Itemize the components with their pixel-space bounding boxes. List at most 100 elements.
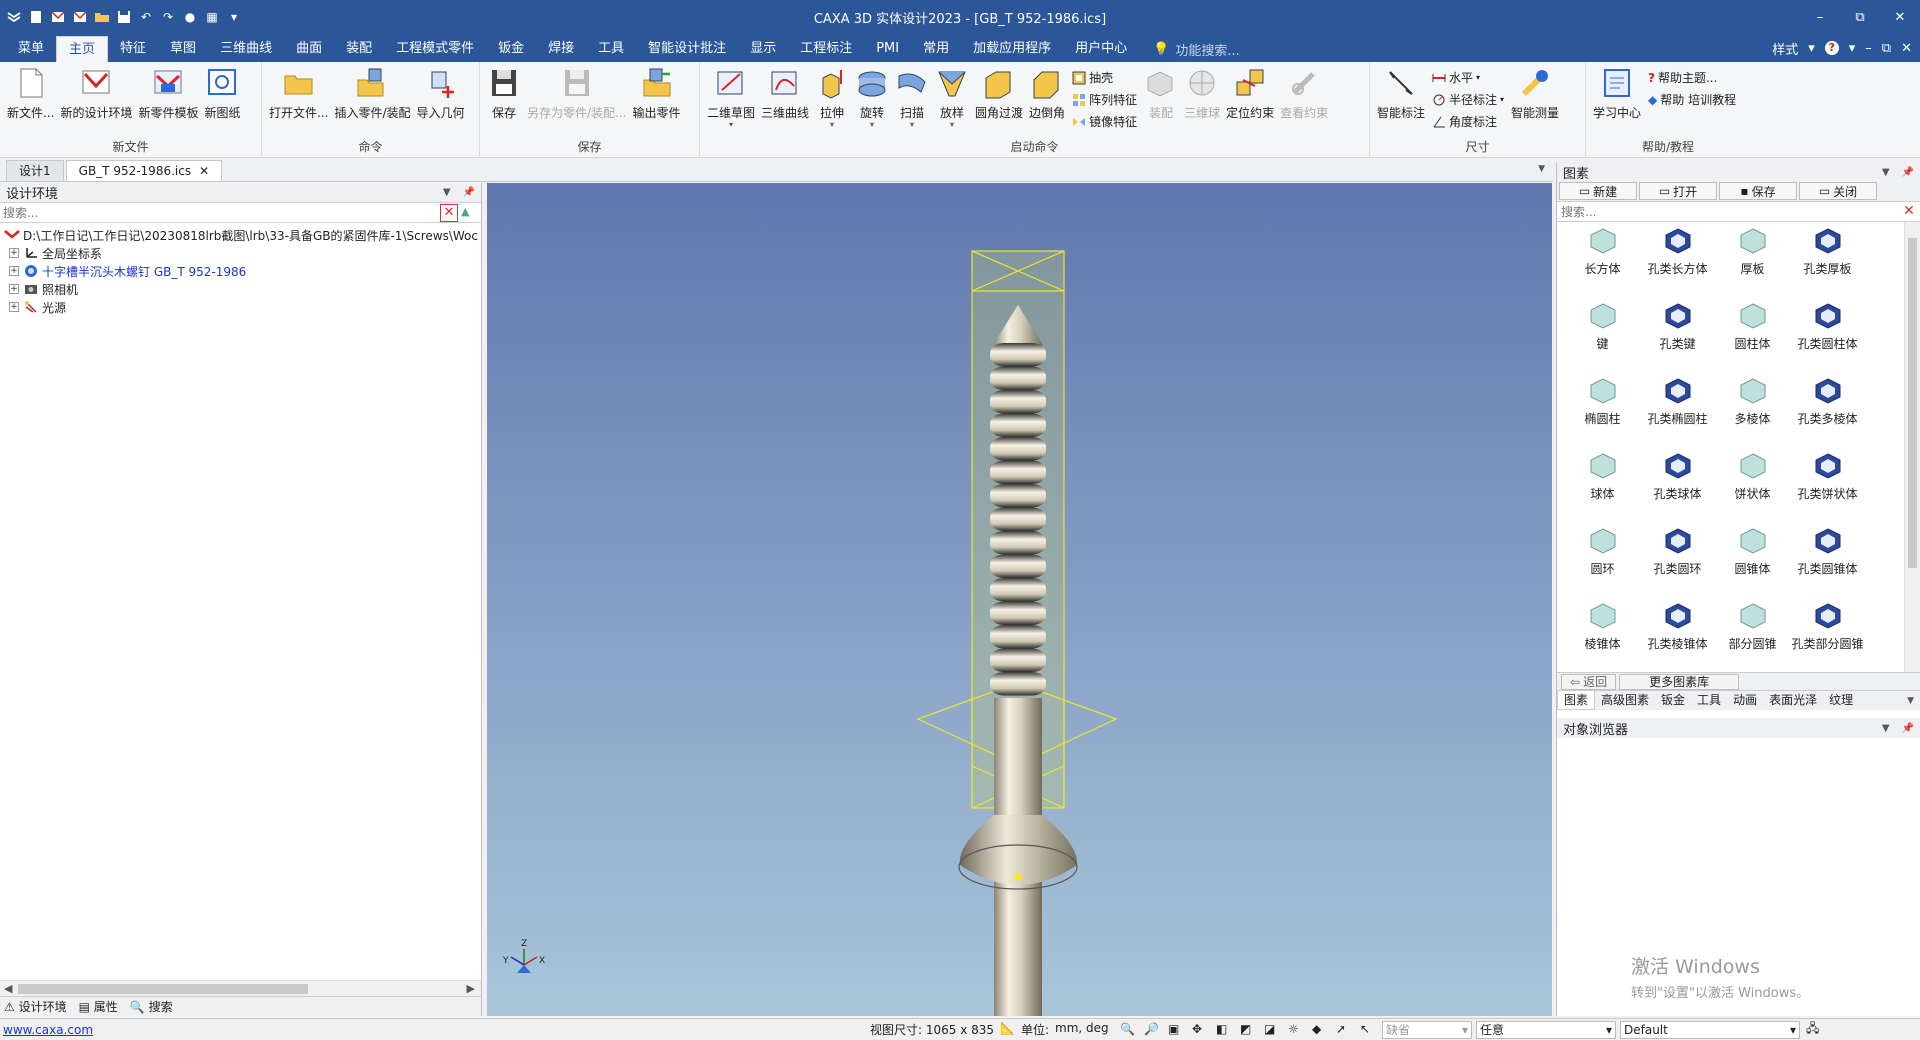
doc-tab-design1[interactable]: 设计1 — [6, 160, 64, 181]
library-item[interactable]: 厚板 — [1715, 222, 1790, 297]
library-item[interactable]: 球体 — [1565, 447, 1640, 522]
new-design-icon[interactable] — [50, 9, 66, 25]
library-item[interactable]: 圆柱体 — [1715, 297, 1790, 372]
new-part-template-button[interactable]: 新零件模板 — [135, 66, 201, 138]
library-item[interactable]: 饼状体 — [1715, 447, 1790, 522]
style-select[interactable]: Default ▾ — [1620, 1020, 1800, 1039]
select-pointer-icon[interactable]: ➚ — [1336, 1022, 1352, 1038]
3d-viewport[interactable]: Z Y X — [487, 183, 1552, 1016]
save-icon[interactable] — [116, 9, 132, 25]
tab-engineering-part[interactable]: 工程模式零件 — [384, 36, 486, 62]
zoom-icon[interactable]: 🔍 — [1120, 1022, 1136, 1038]
app-menu-icon[interactable] — [6, 9, 22, 25]
minimize-button[interactable]: – — [1800, 0, 1840, 34]
tab-sketch[interactable]: 草图 — [158, 36, 208, 62]
doc-close-button[interactable]: ✕ — [1901, 41, 1912, 56]
library-item[interactable]: 孔类椭圆柱 — [1640, 372, 1715, 447]
caxa-link[interactable]: www.caxa.com — [0, 1023, 870, 1037]
view-orient-icon[interactable]: ▣ — [1168, 1022, 1184, 1038]
tree-node-light[interactable]: + 光源 — [0, 298, 481, 316]
shading-icon[interactable]: ◆ — [1312, 1022, 1328, 1038]
horizontal-scrollbar[interactable]: ◀ ▶ — [0, 980, 481, 996]
loft-button[interactable]: 放样 ▾ — [932, 66, 972, 138]
save-button[interactable]: 保存 — [484, 66, 524, 138]
chevron-down-icon[interactable]: ▼ — [1538, 164, 1545, 174]
view-constraint-button[interactable]: 查看约束 — [1277, 66, 1331, 138]
library-item[interactable]: 孔类多棱体 — [1790, 372, 1865, 447]
smart-measure-button[interactable]: 智能测量 — [1508, 66, 1562, 138]
zoom-window-icon[interactable]: 🔎 — [1144, 1022, 1160, 1038]
library-item[interactable]: 孔类键 — [1640, 297, 1715, 372]
tab-sheet-metal[interactable]: 钣金 — [486, 36, 536, 62]
library-item[interactable]: 孔类长方体 — [1640, 222, 1715, 297]
more-libraries-button[interactable]: 更多图素库 — [1619, 673, 1740, 690]
library-tab-texture[interactable]: 纹理 — [1823, 691, 1859, 710]
style-dropdown-icon[interactable]: ▾ — [1808, 41, 1815, 56]
new-file-icon[interactable] — [28, 9, 44, 25]
chevron-down-icon[interactable]: ▾ — [870, 121, 874, 129]
position-constraint-button[interactable]: 定位约束 — [1223, 66, 1277, 138]
open-file-button[interactable]: 打开文件... — [266, 66, 331, 138]
new-template-icon[interactable] — [72, 9, 88, 25]
library-item[interactable]: 孔类球体 — [1640, 447, 1715, 522]
help-icon[interactable]: ? — [1824, 41, 1839, 55]
assemble-button[interactable]: 装配 — [1141, 66, 1181, 138]
tree-node-root[interactable]: D:\工作日记\工作日记\20230818lrb截图\lrb\33-具备GB的紧… — [0, 226, 481, 244]
filter-select[interactable]: 任意 ▾ — [1476, 1020, 1616, 1039]
library-close-button[interactable]: ▭ 关闭 — [1799, 182, 1877, 200]
filter-icon[interactable]: ▲ — [461, 205, 477, 221]
shell-button[interactable]: 抽壳 — [1072, 68, 1137, 87]
close-icon[interactable]: ✕ — [199, 161, 209, 181]
scroll-right-icon[interactable]: ▶ — [467, 982, 475, 995]
chevron-down-icon[interactable]: ▾ — [910, 121, 914, 129]
library-item[interactable]: 部分圆锥 — [1715, 597, 1790, 672]
library-back-button[interactable]: ⇦ 返回 — [1561, 673, 1617, 690]
tab-surface[interactable]: 曲面 — [284, 36, 334, 62]
unit-display[interactable]: 📐 单位: mm, deg — [1000, 1021, 1120, 1038]
section-icon[interactable]: ◩ — [1240, 1022, 1256, 1038]
library-item[interactable]: 椭圆柱 — [1565, 372, 1640, 447]
default-select-field[interactable]: 缺省 ▾ — [1382, 1020, 1472, 1039]
chevron-down-icon[interactable]: ▾ — [1500, 95, 1504, 104]
display-mode-icon[interactable]: ◪ — [1264, 1022, 1280, 1038]
chamfer-button[interactable]: 边倒角 — [1026, 66, 1068, 138]
screw-model[interactable]: Z Y X — [487, 183, 1552, 1016]
pin-icon[interactable]: 📌 — [1902, 167, 1914, 178]
library-tab-elements[interactable]: 图素 — [1557, 691, 1596, 710]
new-design-env-button[interactable]: 新的设计环境 — [57, 66, 135, 138]
library-item[interactable]: 长方体 — [1565, 222, 1640, 297]
library-item[interactable]: 棱锥体 — [1565, 597, 1640, 672]
function-search[interactable]: 💡 功能搜索... — [1139, 36, 1240, 62]
extrude-button[interactable]: 拉伸 ▾ — [812, 66, 852, 138]
close-button[interactable]: ✕ — [1880, 0, 1920, 34]
scroll-left-icon[interactable]: ◀ — [4, 982, 12, 995]
tab-welding[interactable]: 焊接 — [536, 36, 586, 62]
pick-icon[interactable]: ↖ — [1360, 1022, 1376, 1038]
maximize-button[interactable]: ⧉ — [1840, 0, 1880, 34]
library-tab-tools[interactable]: 工具 — [1691, 691, 1727, 710]
sketch-2d-button[interactable]: 二维草图 ▾ — [704, 66, 758, 138]
chevron-down-icon[interactable]: ▾ — [950, 121, 954, 129]
tab-3d-curve[interactable]: 三维曲线 — [208, 36, 284, 62]
stop-icon[interactable]: ● — [182, 9, 198, 25]
tab-home[interactable]: 主页 — [56, 36, 109, 62]
tree-node-screw-part[interactable]: + 十字槽半沉头木螺钉 GB_T 952-1986 — [0, 262, 481, 280]
curve-3d-button[interactable]: 三维曲线 — [758, 66, 812, 138]
library-tab-sheet-metal[interactable]: 钣金 — [1655, 691, 1691, 710]
library-item[interactable]: 孔类圆柱体 — [1790, 297, 1865, 372]
save-as-button[interactable]: 另存为零件/装配... — [524, 66, 630, 138]
pin-icon[interactable]: 📌 — [463, 187, 475, 198]
radius-dim-button[interactable]: 半径标注 ▾ — [1432, 90, 1504, 109]
library-tab-advanced[interactable]: 高级图素 — [1595, 691, 1655, 710]
tab-tools[interactable]: 工具 — [586, 36, 636, 62]
tab-design-env[interactable]: ⚠ 设计环境 — [4, 998, 67, 1015]
selection-point[interactable] — [1014, 873, 1022, 881]
library-item[interactable]: 孔类圆锥体 — [1790, 522, 1865, 597]
help-dropdown-icon[interactable]: ▾ — [1849, 41, 1856, 56]
settings-icon[interactable]: 🖧 — [1806, 1019, 1819, 1040]
tree-node-global-coords[interactable]: + 全局坐标系 — [0, 244, 481, 262]
open-folder-icon[interactable] — [94, 9, 110, 25]
library-item[interactable]: 孔类棱锥体 — [1640, 597, 1715, 672]
library-item[interactable]: 多棱体 — [1715, 372, 1790, 447]
tab-common[interactable]: 常用 — [911, 36, 961, 62]
